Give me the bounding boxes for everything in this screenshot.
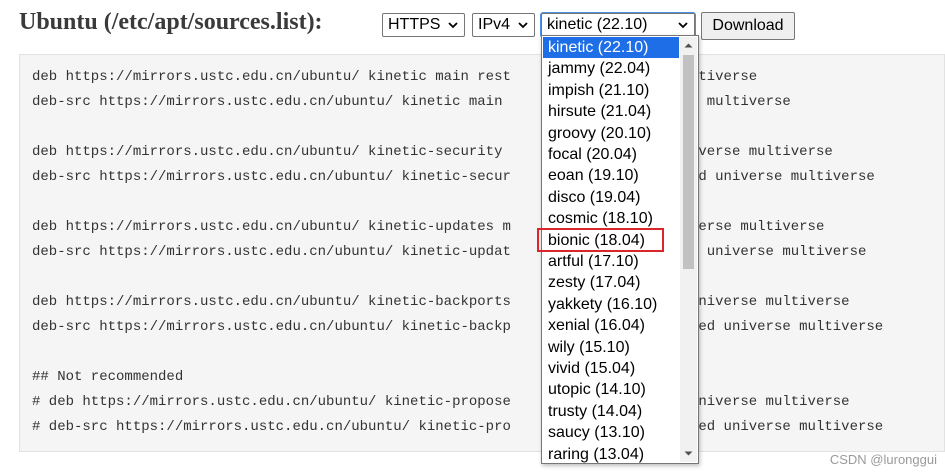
release-option[interactable]: trusty (14.04)	[543, 401, 679, 422]
watermark: CSDN @luronggui	[829, 452, 937, 467]
code-line: deb https://mirrors.ustc.edu.cn/ubuntu/ …	[32, 144, 944, 169]
release-option[interactable]: hirsute (21.04)	[543, 101, 679, 122]
protocol-select-value: HTTPS	[388, 16, 441, 33]
release-option[interactable]: cosmic (18.10)	[543, 208, 679, 229]
code-line-text: deb https://mirrors.ustc.edu.cn/ubuntu/ …	[32, 69, 511, 85]
ip-select[interactable]: IPv4	[472, 13, 535, 37]
chevron-down-icon	[678, 22, 688, 29]
release-option[interactable]: impish (21.10)	[543, 80, 679, 101]
release-select-value: kinetic (22.10)	[547, 16, 648, 33]
code-line-text: deb-src https://mirrors.ustc.edu.cn/ubun…	[32, 319, 511, 335]
release-option[interactable]: disco (19.04)	[543, 187, 679, 208]
release-select[interactable]: kinetic (22.10)	[540, 12, 696, 38]
code-line: ## Not recommended	[32, 369, 944, 394]
protocol-select[interactable]: HTTPS	[382, 13, 465, 37]
code-line-text: deb https://mirrors.ustc.edu.cn/ubuntu/ …	[32, 294, 511, 310]
code-line: # deb https://mirrors.ustc.edu.cn/ubuntu…	[32, 394, 944, 419]
code-line: deb-src https://mirrors.ustc.edu.cn/ubun…	[32, 94, 944, 119]
release-option[interactable]: utopic (14.10)	[543, 379, 679, 400]
chevron-down-icon	[448, 22, 458, 29]
release-option[interactable]: focal (20.04)	[543, 144, 679, 165]
code-line: deb-src https://mirrors.ustc.edu.cn/ubun…	[32, 319, 944, 344]
code-line-text: # deb-src https://mirrors.ustc.edu.cn/ub…	[32, 419, 511, 435]
dropdown-scrollbar[interactable]	[680, 37, 697, 462]
release-option[interactable]: raring (13.04)	[543, 444, 679, 463]
code-line-tail: ed universe multiverse	[689, 169, 875, 185]
code-line-text: deb-src https://mirrors.ustc.edu.cn/ubun…	[32, 244, 511, 260]
release-option[interactable]: kinetic (22.10)	[543, 37, 679, 58]
bionic-highlight-box	[537, 228, 664, 252]
scroll-up-arrow-icon[interactable]	[680, 37, 697, 54]
download-button[interactable]: Download	[701, 12, 795, 40]
release-option[interactable]: groovy (20.10)	[543, 123, 679, 144]
release-option[interactable]: zesty (17.04)	[543, 272, 679, 293]
code-line-tail: ted universe multiverse	[689, 319, 884, 335]
code-line-text: deb-src https://mirrors.ustc.edu.cn/ubun…	[32, 94, 503, 110]
release-option[interactable]: xenial (16.04)	[543, 315, 679, 336]
dropdown-scroll-thumb[interactable]	[683, 55, 694, 269]
code-line: deb-src https://mirrors.ustc.edu.cn/ubun…	[32, 169, 944, 194]
code-line-tail: universe multiverse	[689, 394, 850, 410]
code-line-tail: ted universe multiverse	[689, 419, 884, 435]
code-line: # deb-src https://mirrors.ustc.edu.cn/ub…	[32, 419, 944, 444]
code-line-text: # deb https://mirrors.ustc.edu.cn/ubuntu…	[32, 394, 511, 410]
chevron-down-icon	[518, 22, 528, 29]
sources-list-code: deb https://mirrors.ustc.edu.cn/ubuntu/ …	[19, 54, 945, 452]
code-line-tail: verse multiverse	[689, 219, 825, 235]
page-title: Ubuntu (/etc/apt/sources.list):	[19, 9, 323, 35]
ip-select-value: IPv4	[478, 16, 511, 33]
release-option[interactable]: yakkety (16.10)	[543, 294, 679, 315]
release-option[interactable]: vivid (15.04)	[543, 358, 679, 379]
code-line-tail: iverse multiverse	[689, 144, 833, 160]
release-option[interactable]: eoan (19.10)	[543, 165, 679, 186]
code-line-tail: l universe multiverse	[689, 244, 867, 260]
release-option[interactable]: jammy (22.04)	[543, 58, 679, 79]
release-option[interactable]: wily (15.10)	[543, 337, 679, 358]
release-option[interactable]: artful (17.10)	[543, 251, 679, 272]
code-line-tail: ltiverse	[689, 69, 758, 85]
code-line: deb https://mirrors.ustc.edu.cn/ubuntu/ …	[32, 219, 944, 244]
release-option[interactable]: saucy (13.10)	[543, 422, 679, 443]
code-line: deb https://mirrors.ustc.edu.cn/ubuntu/ …	[32, 69, 944, 94]
code-line-text: deb https://mirrors.ustc.edu.cn/ubuntu/ …	[32, 219, 511, 235]
code-line: deb-src https://mirrors.ustc.edu.cn/ubun…	[32, 244, 944, 269]
code-line-text: deb-src https://mirrors.ustc.edu.cn/ubun…	[32, 169, 511, 185]
code-line-tail: e multiverse	[689, 94, 791, 110]
code-line-text: deb https://mirrors.ustc.edu.cn/ubuntu/ …	[32, 144, 503, 160]
code-line: deb https://mirrors.ustc.edu.cn/ubuntu/ …	[32, 294, 944, 319]
scroll-down-arrow-icon[interactable]	[680, 445, 697, 462]
code-line-text: ## Not recommended	[32, 369, 184, 385]
code-line-tail: universe multiverse	[689, 294, 850, 310]
